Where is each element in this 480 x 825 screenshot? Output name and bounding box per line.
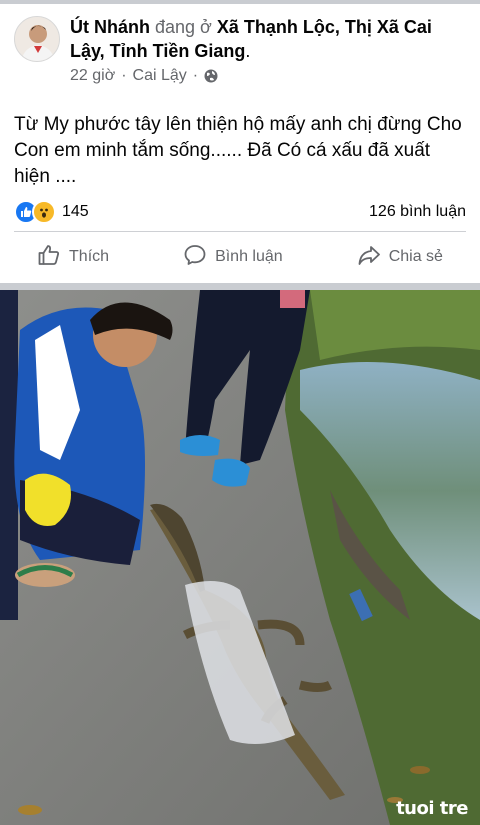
reaction-count: 145 bbox=[62, 203, 89, 220]
share-label: Chia sẻ bbox=[388, 248, 443, 265]
action-bar: Thích Bình luận Chia sẻ bbox=[0, 236, 480, 278]
author-name[interactable]: Út Nhánh bbox=[70, 17, 150, 37]
share-button[interactable]: Chia sẻ bbox=[357, 243, 443, 272]
reactions-row: 145 126 bình luận bbox=[14, 200, 466, 224]
thumbs-up-icon bbox=[37, 243, 61, 272]
divider bbox=[14, 231, 466, 232]
comment-count[interactable]: 126 bình luận bbox=[369, 203, 466, 221]
wow-icon bbox=[32, 200, 56, 224]
comment-button[interactable]: Bình luận bbox=[183, 243, 283, 272]
location-suffix: . bbox=[245, 41, 251, 61]
post-text: Từ My phước tây lên thiện hộ mấy anh chị… bbox=[14, 114, 462, 187]
meta-separator-2: · bbox=[192, 67, 199, 84]
post-place[interactable]: Cai Lậy bbox=[133, 67, 187, 85]
post-time[interactable]: 22 giờ bbox=[70, 67, 115, 85]
top-separator bbox=[0, 0, 480, 4]
post-meta: 22 giờ · Cai Lậy · bbox=[70, 67, 470, 85]
like-label: Thích bbox=[69, 248, 110, 265]
reaction-summary[interactable]: 145 bbox=[14, 200, 89, 224]
like-button[interactable]: Thích bbox=[37, 243, 109, 272]
comment-label: Bình luận bbox=[215, 248, 283, 265]
post-photo[interactable]: tuoi tre bbox=[0, 290, 480, 825]
avatar[interactable] bbox=[14, 16, 60, 62]
post-header: Út Nhánh đang ở Xã Thạnh Lộc, Thị Xã Cai… bbox=[70, 15, 470, 85]
globe-icon bbox=[204, 69, 218, 83]
comment-icon bbox=[183, 243, 207, 272]
share-icon bbox=[357, 243, 381, 272]
crocodile-photo bbox=[0, 290, 480, 825]
meta-separator: · bbox=[121, 67, 127, 84]
action-text: đang ở bbox=[155, 17, 212, 37]
section-separator bbox=[0, 283, 480, 290]
photo-watermark: tuoi tre bbox=[396, 798, 468, 819]
